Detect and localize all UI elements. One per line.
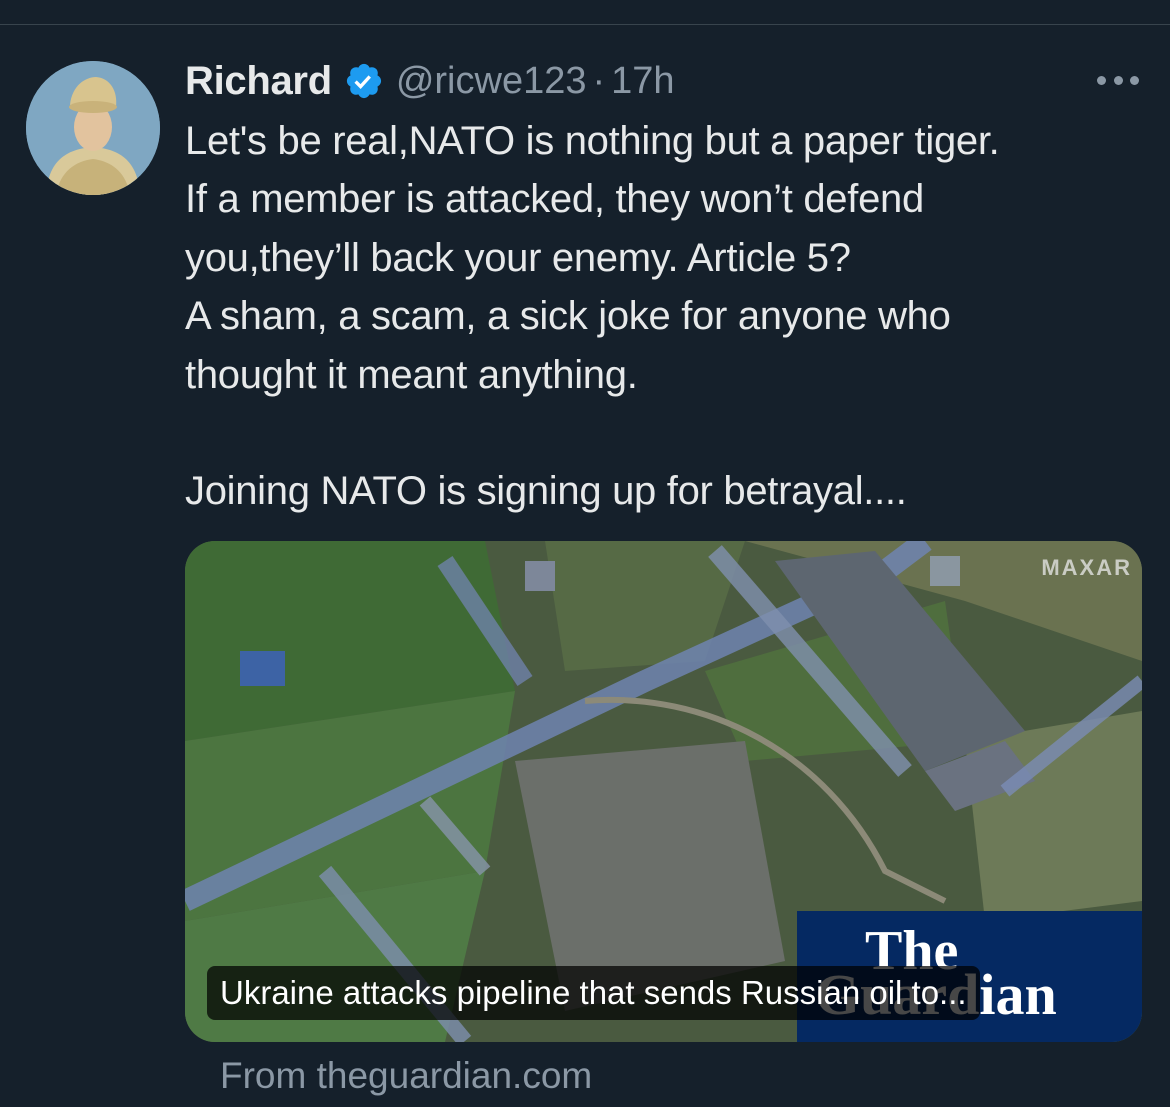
avatar-portrait-icon <box>26 61 160 195</box>
link-preview-card[interactable]: MAXAR The Guardian Ukraine attacks pipel… <box>185 541 1142 1042</box>
tweet-header: Richard @ricwe123 · 17h <box>185 52 675 110</box>
tweet-text-line: Let's be real,NATO is nothing but a pape… <box>185 119 1000 163</box>
tweet-text-line: If a member is attacked, they won’t defe… <box>185 177 924 222</box>
author-name[interactable]: Richard <box>185 59 332 104</box>
tweet-text-line: Joining NATO is signing up for betrayal.… <box>185 469 907 514</box>
author-handle[interactable]: @ricwe123 <box>396 60 587 103</box>
timestamp[interactable]: 17h <box>611 60 674 103</box>
card-source-link[interactable]: From theguardian.com <box>220 1055 592 1097</box>
image-watermark: MAXAR <box>1041 555 1132 580</box>
top-divider <box>0 24 1170 25</box>
avatar[interactable] <box>26 61 160 195</box>
tweet-text-line: A sham, a scam, a sick joke for anyone w… <box>185 294 951 339</box>
more-options-icon[interactable] <box>1097 68 1139 92</box>
verified-badge-icon <box>344 61 384 101</box>
separator-dot: · <box>592 59 606 102</box>
tweet-text-line-blank <box>185 404 1145 462</box>
card-headline: Ukraine attacks pipeline that sends Russ… <box>207 966 980 1020</box>
tweet-text-line: thought it meant anything. <box>185 352 638 397</box>
tweet-text-line: you,they’ll back your enemy. Article 5? <box>185 235 851 280</box>
tweet-text: Let's be real,NATO is nothing but a pape… <box>185 112 1145 521</box>
